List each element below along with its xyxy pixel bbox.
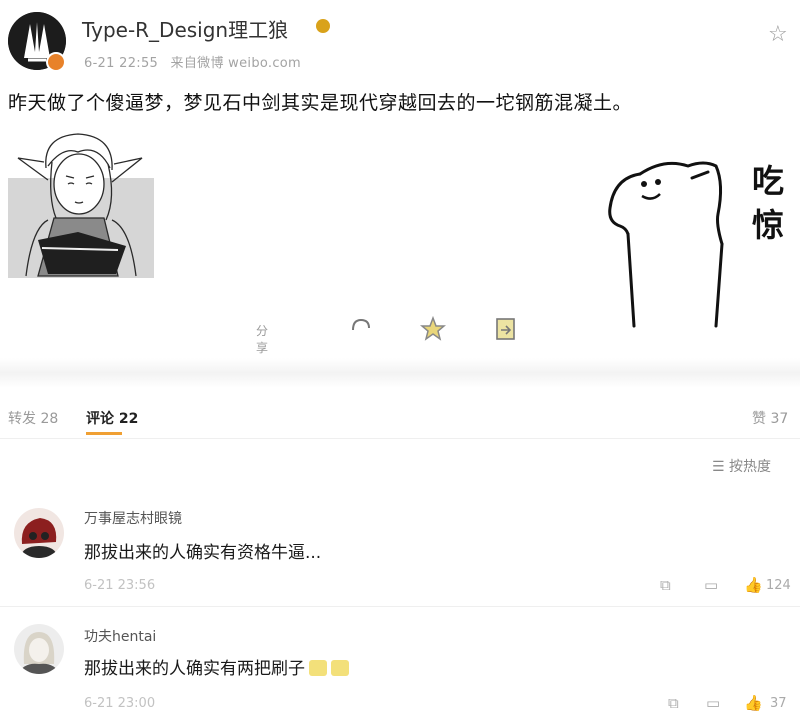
commenter-avatar[interactable]	[14, 508, 64, 558]
comment-item: 功夫hentai 那拔出来的人确实有两把刷子 6-21 23:00 ⧉ ▭ 👍 …	[0, 618, 800, 721]
sort-label: 按热度	[729, 459, 772, 475]
comment-time: 6-21 23:00	[84, 696, 156, 711]
commenter-name[interactable]: 万事屋志村眼镜	[84, 508, 182, 528]
like-icon[interactable]: 👍	[744, 694, 763, 712]
laugh-emoji-icon	[331, 660, 349, 676]
member-badge-icon	[316, 19, 330, 33]
commenter-name[interactable]: 功夫hentai	[84, 626, 156, 646]
sticker-char-2: 惊	[752, 206, 784, 244]
reply-icon[interactable]: ▭	[706, 694, 720, 712]
tab-repost[interactable]: 转发 28	[8, 408, 58, 428]
reply-icon[interactable]: ▭	[704, 576, 718, 594]
commenter-avatar[interactable]	[14, 624, 64, 674]
comment-text: 那拔出来的人确实有资格牛逼...	[84, 543, 322, 563]
comment-text: 那拔出来的人确实有两把刷子	[84, 654, 349, 679]
sticker-char-1: 吃	[752, 162, 784, 200]
favorite-star-icon[interactable]: ☆	[768, 22, 788, 47]
comment-tabs: 转发 28 评论 22 赞 37	[0, 400, 800, 436]
comment-time: 6-21 23:56	[84, 578, 156, 593]
post-meta: 6-21 22:55 来自微博 weibo.com	[84, 52, 301, 71]
verified-badge	[46, 52, 66, 72]
comment-text-content: 那拔出来的人确实有两把刷子	[84, 659, 305, 679]
shocked-sticker[interactable]: 吃 惊	[604, 154, 800, 334]
post-time: 6-21 22:55	[84, 56, 159, 71]
tab-likes[interactable]: 赞 37	[752, 408, 788, 428]
like-count: 124	[766, 578, 791, 593]
comment-divider	[0, 606, 800, 607]
tab-comments[interactable]: 评论 22	[86, 408, 138, 428]
author-name[interactable]: Type-R_Design理工狼	[82, 14, 288, 43]
manga-image[interactable]	[8, 128, 154, 278]
tabs-divider	[0, 438, 800, 439]
blur-divider	[0, 358, 800, 388]
comment-icon[interactable]	[350, 316, 372, 338]
sort-icon: ☰	[712, 459, 725, 475]
star-icon[interactable]	[420, 316, 446, 342]
post-text: 昨天做了个傻逼梦，梦见石中剑其实是现代穿越回去的一坨钢筋混凝土。	[8, 92, 633, 114]
sort-toggle[interactable]: ☰ 按热度	[712, 456, 771, 476]
share-icon[interactable]	[494, 316, 518, 342]
comment-item: 万事屋志村眼镜 那拔出来的人确实有资格牛逼... 6-21 23:56 ⧉ ▭ …	[0, 498, 800, 604]
post-source: 来自微博 weibo.com	[170, 56, 301, 71]
like-icon[interactable]: 👍	[744, 576, 763, 594]
repost-icon[interactable]: ⧉	[668, 694, 679, 712]
like-count: 37	[770, 696, 787, 711]
repost-icon[interactable]: ⧉	[660, 576, 671, 594]
laugh-emoji-icon	[309, 660, 327, 676]
active-tab-indicator	[86, 432, 122, 435]
